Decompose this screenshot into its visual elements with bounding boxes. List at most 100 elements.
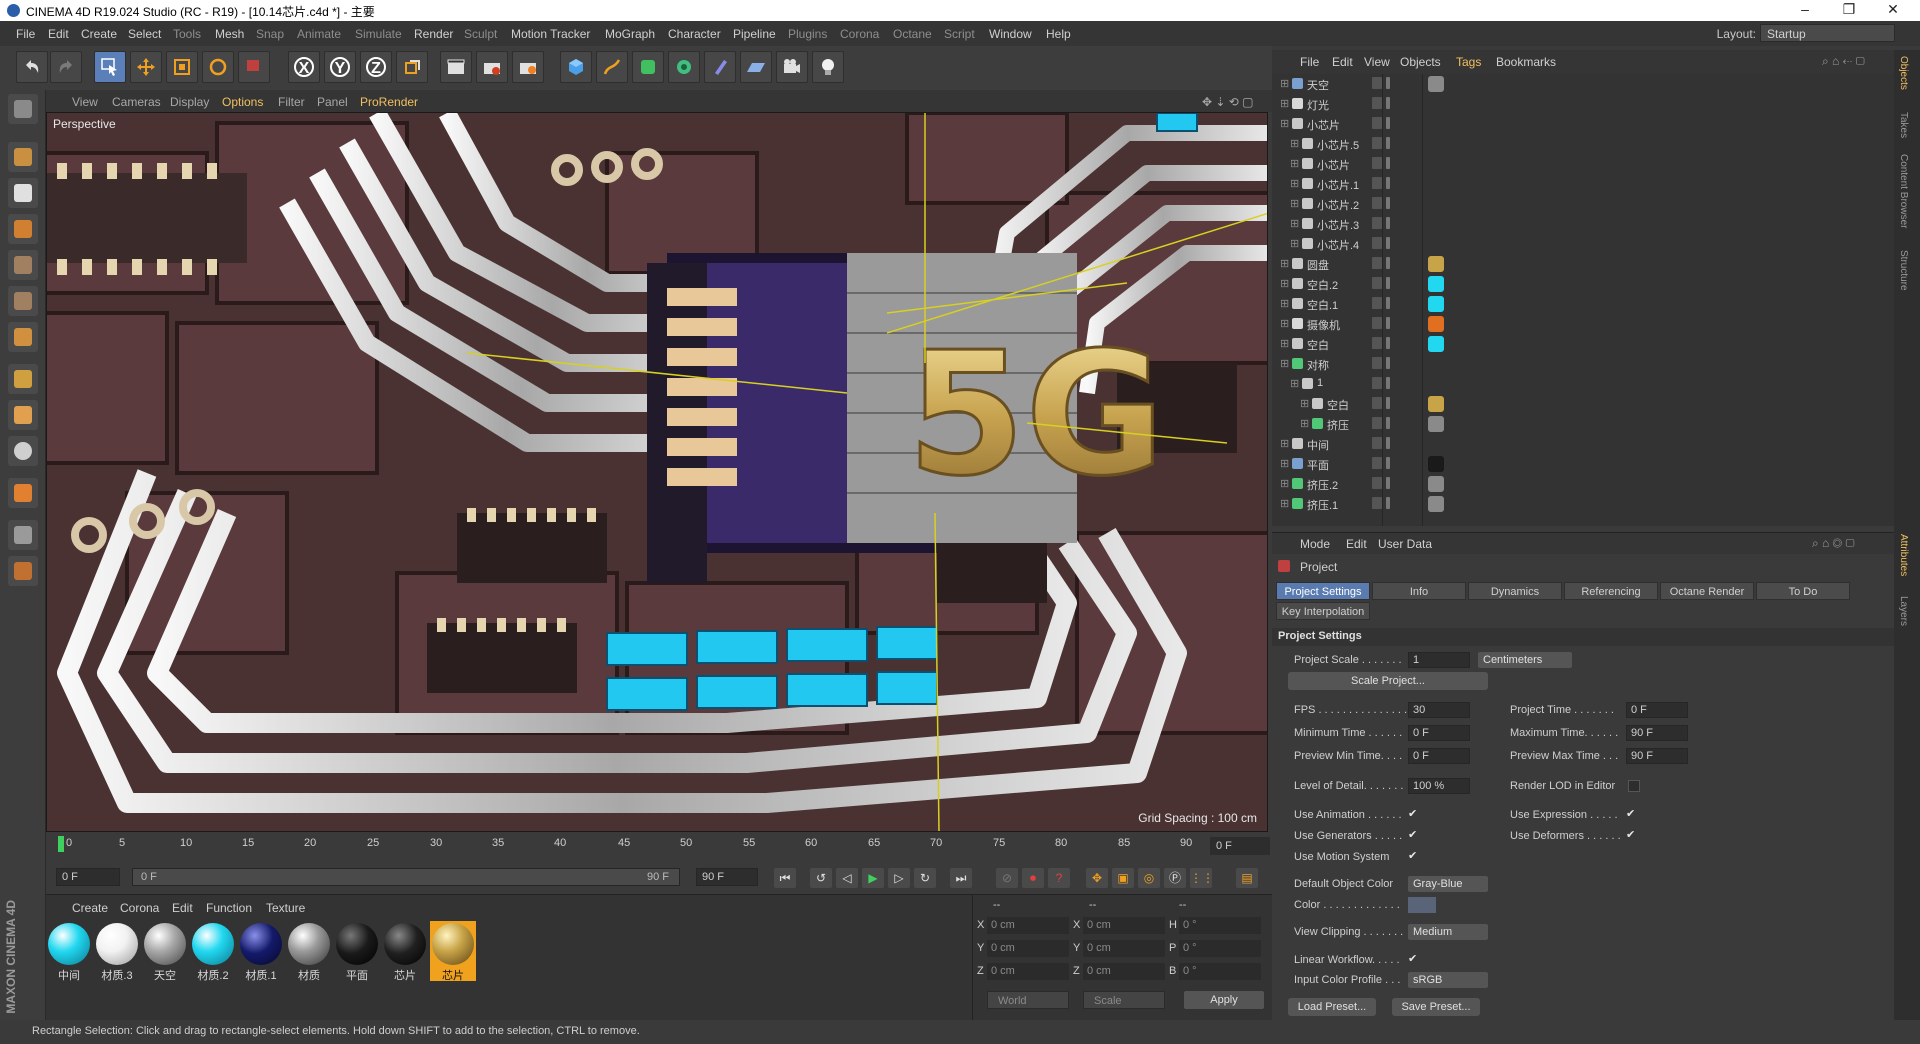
x-axis-button[interactable]: X xyxy=(288,51,320,83)
key-parameter-button[interactable]: Ⓟ xyxy=(1164,868,1186,888)
level-of-detail-field[interactable]: 100 % xyxy=(1408,778,1470,794)
menu-file[interactable]: File xyxy=(16,27,35,41)
editor-visibility-dot[interactable] xyxy=(1386,397,1390,409)
key-rotation-button[interactable]: ◎ xyxy=(1138,868,1160,888)
coord-size-mode-dropdown[interactable]: Scale xyxy=(1083,991,1165,1009)
visibility-toggles[interactable] xyxy=(1372,97,1424,111)
side-tab-objects[interactable]: Objects xyxy=(1898,56,1909,90)
vp-menu-prorender[interactable]: ProRender xyxy=(360,95,418,109)
coord-field[interactable]: 0 cm xyxy=(1083,917,1165,934)
coord-field[interactable]: 0 cm xyxy=(987,963,1069,980)
editor-visibility-dot[interactable] xyxy=(1386,177,1390,189)
object-row[interactable]: ⊞ 天空 xyxy=(1272,74,1894,94)
object-name[interactable]: 空白 xyxy=(1307,337,1329,353)
coord-mode-dropdown[interactable]: World xyxy=(987,991,1069,1009)
color-swatch[interactable] xyxy=(1408,897,1436,913)
object-name[interactable]: 对称 xyxy=(1307,357,1329,373)
render-lod-checkbox[interactable] xyxy=(1628,780,1640,792)
visibility-toggles[interactable] xyxy=(1372,497,1424,511)
object-row[interactable]: ⊞ 摄像机 xyxy=(1272,314,1894,334)
tab-referencing[interactable]: Referencing xyxy=(1564,582,1658,600)
goto-end-button[interactable]: ⏭ xyxy=(950,868,972,888)
menu-pipeline[interactable]: Pipeline xyxy=(733,27,776,41)
object-row[interactable]: ⊞ 1 xyxy=(1272,374,1894,394)
om-menu-view[interactable]: View xyxy=(1364,55,1390,69)
visibility-toggles[interactable] xyxy=(1372,437,1424,451)
object-row[interactable]: ⊞ 小芯片.1 xyxy=(1272,174,1894,194)
object-row[interactable]: ⊞ 小芯片.5 xyxy=(1272,134,1894,154)
object-name[interactable]: 空白.2 xyxy=(1307,277,1338,293)
magnet-button[interactable] xyxy=(8,478,38,508)
expand-toggle-icon[interactable]: ⊞ xyxy=(1280,117,1289,130)
linear-workflow-checkbox[interactable]: ✔ xyxy=(1408,954,1418,965)
save-preset-button[interactable]: Save Preset... xyxy=(1392,998,1480,1016)
material-tag-icon[interactable] xyxy=(1428,316,1444,332)
tab-to-do[interactable]: To Do xyxy=(1756,582,1850,600)
editor-visibility-dot[interactable] xyxy=(1386,477,1390,489)
undo-button[interactable] xyxy=(16,51,48,83)
object-name[interactable]: 灯光 xyxy=(1307,97,1329,113)
material-swatch[interactable]: 芯片 xyxy=(382,921,428,982)
use-expression-checkbox[interactable]: ✔ xyxy=(1626,809,1636,820)
material-tag-icon[interactable] xyxy=(1428,476,1444,492)
material-swatch[interactable]: 平面 xyxy=(334,921,380,982)
object-row[interactable]: ⊞ 对称 xyxy=(1272,354,1894,374)
layer-toggle[interactable] xyxy=(1372,357,1382,369)
expand-toggle-icon[interactable]: ⊞ xyxy=(1290,197,1299,210)
redo-button[interactable] xyxy=(50,51,82,83)
layer-toggle[interactable] xyxy=(1372,317,1382,329)
object-row[interactable]: ⊞ 小芯片 xyxy=(1272,154,1894,174)
object-name[interactable]: 中间 xyxy=(1307,437,1329,453)
material-swatch-selected[interactable]: 芯片 xyxy=(430,921,476,982)
vp-menu-filter[interactable]: Filter xyxy=(278,95,305,109)
expand-toggle-icon[interactable]: ⊞ xyxy=(1290,217,1299,230)
model-mode-button[interactable] xyxy=(8,142,38,172)
fps-field[interactable]: 30 xyxy=(1408,702,1470,718)
material-tag-icon[interactable] xyxy=(1428,336,1444,352)
timeline-ruler[interactable]: 0 5 10 15 20 25 30 35 40 45 50 55 60 65 … xyxy=(46,832,1272,864)
object-row[interactable]: ⊞ 小芯片.3 xyxy=(1272,214,1894,234)
editor-visibility-dot[interactable] xyxy=(1386,137,1390,149)
expand-toggle-icon[interactable]: ⊞ xyxy=(1280,317,1289,330)
editor-visibility-dot[interactable] xyxy=(1386,437,1390,449)
subdivision-surface-button[interactable] xyxy=(632,51,664,83)
side-tab-structure[interactable]: Structure xyxy=(1898,250,1909,291)
material-swatch[interactable]: 材质 xyxy=(286,921,332,982)
vp-menu-display[interactable]: Display xyxy=(170,95,209,109)
render-picture-viewer-button[interactable] xyxy=(476,51,508,83)
menu-render[interactable]: Render xyxy=(414,27,453,41)
load-preset-button[interactable]: Load Preset... xyxy=(1288,998,1376,1016)
object-row[interactable]: ⊞ 中间 xyxy=(1272,434,1894,454)
menu-snap[interactable]: Snap xyxy=(256,27,284,41)
input-color-profile-dropdown[interactable]: sRGB xyxy=(1408,972,1488,988)
editor-visibility-dot[interactable] xyxy=(1386,117,1390,129)
snap-button[interactable] xyxy=(8,436,38,466)
record-keys-button[interactable]: ⊘ xyxy=(996,868,1018,888)
preview-min-field[interactable]: 0 F xyxy=(1408,748,1470,764)
object-name[interactable]: 空白 xyxy=(1327,397,1349,413)
visibility-toggles[interactable] xyxy=(1372,217,1424,231)
goto-start-button[interactable]: ⏮ xyxy=(774,868,796,888)
menu-plugins[interactable]: Plugins xyxy=(788,27,827,41)
om-menu-bookmarks[interactable]: Bookmarks xyxy=(1496,55,1556,69)
visibility-toggles[interactable] xyxy=(1372,397,1424,411)
object-row[interactable]: ⊞ 平面 xyxy=(1272,454,1894,474)
menu-mograph[interactable]: MoGraph xyxy=(605,27,655,41)
expand-toggle-icon[interactable]: ⊞ xyxy=(1280,497,1289,510)
visibility-toggles[interactable] xyxy=(1372,237,1424,251)
planar-workplane-button[interactable] xyxy=(8,556,38,586)
visibility-toggles[interactable] xyxy=(1372,337,1424,351)
expand-toggle-icon[interactable]: ⊞ xyxy=(1300,397,1309,410)
visibility-toggles[interactable] xyxy=(1372,157,1424,171)
menu-simulate[interactable]: Simulate xyxy=(355,27,402,41)
visibility-toggles[interactable] xyxy=(1372,377,1424,391)
visibility-toggles[interactable] xyxy=(1372,137,1424,151)
range-slider[interactable]: 0 F 90 F xyxy=(132,868,680,886)
am-menu-user-data[interactable]: User Data xyxy=(1378,537,1432,551)
layer-toggle[interactable] xyxy=(1372,137,1382,149)
points-mode-button[interactable] xyxy=(8,250,38,280)
live-selection-button[interactable] xyxy=(94,51,126,83)
polygons-mode-button[interactable] xyxy=(8,322,38,352)
project-time-field[interactable]: 0 F xyxy=(1626,702,1688,718)
layer-toggle[interactable] xyxy=(1372,237,1382,249)
